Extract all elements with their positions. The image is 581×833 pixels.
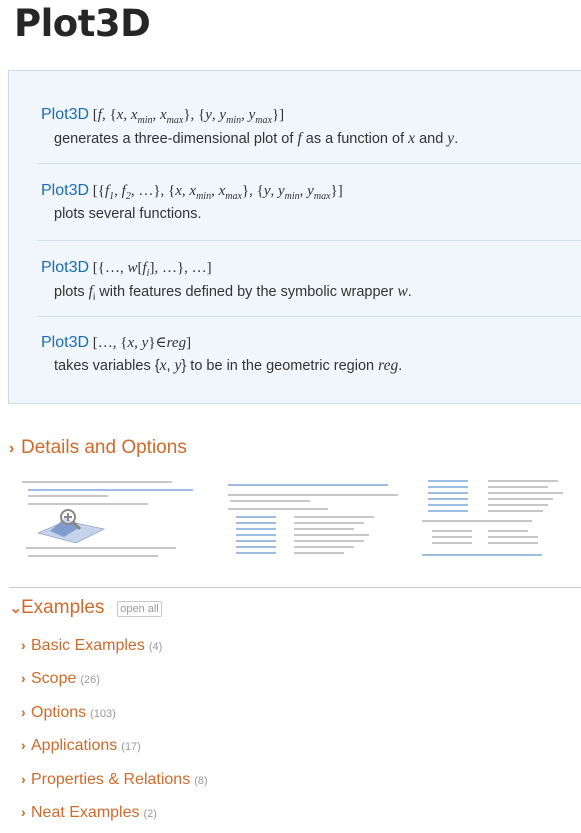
example-section-label: Scope	[31, 670, 77, 687]
example-section-label: Applications	[31, 737, 118, 754]
usage-description: plots fi with features defined by the sy…	[54, 283, 412, 303]
function-link[interactable]: Plot3D	[41, 182, 89, 199]
details-thumbnail[interactable]	[224, 475, 404, 565]
example-count: (103)	[90, 708, 116, 720]
example-section-neat-examples[interactable]: › Neat Examples (2)	[21, 804, 157, 822]
details-preview[interactable]	[18, 475, 581, 565]
function-link[interactable]: Plot3D	[41, 334, 89, 351]
usage-divider	[37, 163, 581, 164]
example-section-properties-relations[interactable]: › Properties & Relations (8)	[21, 771, 208, 789]
usage-signature: Plot3D […, {x, y}∈reg]	[41, 334, 192, 351]
example-count: (17)	[121, 741, 141, 753]
example-count: (8)	[194, 775, 208, 787]
chevron-right-icon: ›	[21, 637, 26, 653]
example-section-label: Neat Examples	[31, 804, 140, 821]
function-link[interactable]: Plot3D	[41, 259, 89, 276]
usage-divider	[37, 240, 581, 241]
usage-signature: Plot3D [f, {x, xmin, xmax}, {y, ymin, ym…	[41, 106, 285, 126]
example-section-label: Options	[31, 704, 87, 721]
section-divider	[9, 587, 581, 588]
usage-description: takes variables {x, y} to be in the geom…	[54, 357, 403, 374]
details-thumbnail[interactable]	[18, 475, 198, 565]
example-section-label: Basic Examples	[31, 637, 145, 654]
examples-label: Examples	[21, 597, 105, 618]
usage-description: plots several functions.	[54, 206, 202, 222]
example-section-scope[interactable]: › Scope (26)	[21, 670, 100, 688]
page-title: Plot3D	[14, 2, 151, 45]
details-options-label: Details and Options	[21, 437, 187, 458]
examples-toggle[interactable]: ⌄Examples	[9, 597, 104, 619]
details-options-toggle[interactable]: › Details and Options	[9, 437, 187, 459]
chevron-right-icon: ›	[21, 737, 26, 753]
usage-divider	[37, 316, 581, 317]
example-count: (2)	[143, 808, 157, 820]
chevron-right-icon: ›	[21, 771, 26, 787]
magnifier-plus-icon[interactable]	[58, 507, 82, 531]
example-section-options[interactable]: › Options (103)	[21, 704, 116, 722]
usage-panel: Plot3D [f, {x, xmin, xmax}, {y, ymin, ym…	[8, 70, 581, 404]
usage-description: generates a three-dimensional plot of f …	[54, 130, 459, 147]
example-section-applications[interactable]: › Applications (17)	[21, 737, 141, 755]
example-section-basic-examples[interactable]: › Basic Examples (4)	[21, 637, 162, 655]
open-all-button[interactable]: open all	[117, 601, 162, 617]
chevron-right-icon: ›	[9, 440, 15, 457]
chevron-right-icon: ›	[21, 704, 26, 720]
example-section-label: Properties & Relations	[31, 771, 191, 788]
example-count: (4)	[148, 641, 163, 653]
function-link[interactable]: Plot3D	[41, 106, 89, 123]
chevron-down-icon: ⌄	[9, 600, 23, 617]
chevron-right-icon: ›	[21, 670, 26, 686]
usage-signature: Plot3D [{…, w[fi], …}, …]	[41, 259, 212, 279]
example-count: (26)	[80, 674, 100, 686]
usage-signature: Plot3D [{f1, f2, …}, {x, xmin, xmax}, {y…	[41, 182, 343, 202]
details-thumbnail[interactable]	[418, 475, 581, 565]
chevron-right-icon: ›	[21, 804, 26, 820]
